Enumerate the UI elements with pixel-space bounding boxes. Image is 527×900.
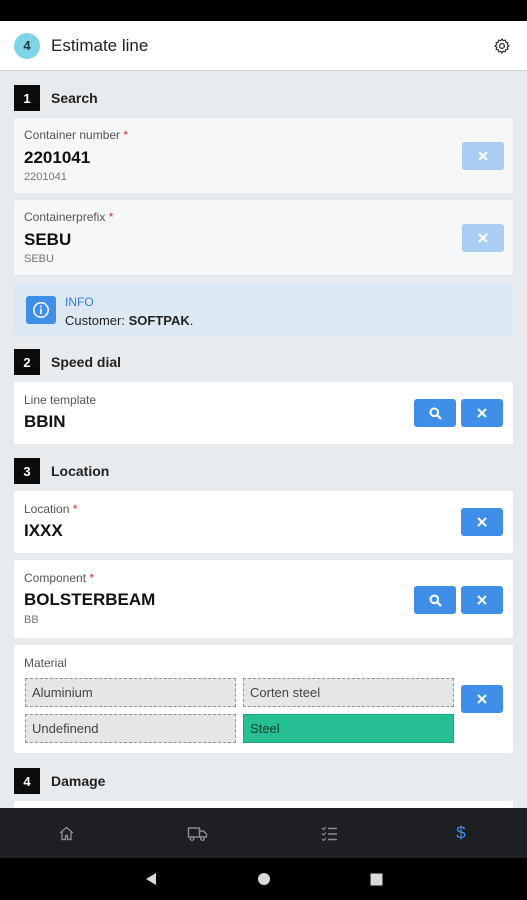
estimate-form: 1 Search Container number * 2201041 2201… xyxy=(14,72,513,808)
info-title: INFO xyxy=(65,295,94,309)
container-number-card: Container number * 2201041 2201041 xyxy=(14,118,513,193)
search-icon xyxy=(429,407,442,420)
search-icon xyxy=(429,594,442,607)
search-line-template-button[interactable] xyxy=(414,399,456,427)
clear-material-button[interactable] xyxy=(461,685,503,713)
bottom-nav: $ xyxy=(0,808,527,858)
info-icon xyxy=(26,296,56,324)
section-number: 2 xyxy=(14,349,40,375)
section-title: Damage xyxy=(51,773,106,789)
damage-card xyxy=(14,801,513,808)
checklist-icon xyxy=(321,826,337,841)
container-prefix-card: Containerprefix * SEBU SEBU xyxy=(14,200,513,275)
line-template-value[interactable]: BBIN xyxy=(24,412,66,432)
page-title: Estimate line xyxy=(51,35,149,55)
system-nav-bar xyxy=(0,858,527,900)
section-damage: 4 Damage xyxy=(14,768,105,794)
material-card: Material Aluminium Corten steel Undefine… xyxy=(14,645,513,753)
nav-costs[interactable]: $ xyxy=(431,808,491,858)
section-title: Speed dial xyxy=(51,354,122,370)
app-header: 4 Estimate line xyxy=(0,21,527,71)
clear-line-template-button[interactable] xyxy=(461,399,503,427)
component-label: Component * xyxy=(24,571,95,585)
home-icon xyxy=(59,826,73,840)
line-template-card: Line template BBIN xyxy=(14,382,513,444)
container-prefix-label: Containerprefix * xyxy=(24,210,114,224)
customer-name: SOFTPAK xyxy=(128,313,190,328)
container-prefix-sub: SEBU xyxy=(24,253,54,265)
material-option-corten-steel[interactable]: Corten steel xyxy=(243,678,454,707)
section-number: 3 xyxy=(14,458,40,484)
container-number-label: Container number * xyxy=(24,128,129,142)
home-circle-icon[interactable] xyxy=(244,858,284,900)
container-number-value[interactable]: 2201041 xyxy=(24,148,90,168)
clear-container-number-button[interactable] xyxy=(462,142,504,170)
close-icon xyxy=(477,517,487,527)
location-card: Location * IXXX xyxy=(14,491,513,553)
material-option-undefinend[interactable]: Undefinend xyxy=(25,714,236,743)
info-text: Customer: SOFTPAK. xyxy=(65,313,194,328)
location-value[interactable]: IXXX xyxy=(24,521,63,541)
clear-component-button[interactable] xyxy=(461,586,503,614)
component-card: Component * BOLSTERBEAM BB xyxy=(14,560,513,638)
component-value[interactable]: BOLSTERBEAM xyxy=(24,590,155,610)
clear-container-prefix-button[interactable] xyxy=(462,224,504,252)
container-prefix-value[interactable]: SEBU xyxy=(24,230,71,250)
clear-location-button[interactable] xyxy=(461,508,503,536)
section-title: Location xyxy=(51,463,110,479)
nav-home[interactable] xyxy=(36,808,96,858)
section-search: 1 Search xyxy=(14,85,98,111)
section-location: 3 Location xyxy=(14,458,109,484)
close-icon xyxy=(477,408,487,418)
close-icon xyxy=(477,694,487,704)
container-number-sub: 2201041 xyxy=(24,171,67,183)
close-icon xyxy=(478,233,488,243)
material-option-aluminium[interactable]: Aluminium xyxy=(25,678,236,707)
material-option-steel[interactable]: Steel xyxy=(243,714,454,743)
nav-checklist[interactable] xyxy=(299,808,359,858)
search-component-button[interactable] xyxy=(414,586,456,614)
step-indicator: 4 xyxy=(14,32,40,59)
nav-transport[interactable] xyxy=(167,808,227,858)
close-icon xyxy=(477,595,487,605)
dollar-icon: $ xyxy=(456,823,466,842)
back-icon[interactable] xyxy=(131,858,171,900)
truck-icon xyxy=(187,826,207,841)
line-template-label: Line template xyxy=(24,393,97,407)
section-number: 4 xyxy=(14,768,40,794)
section-speed-dial: 2 Speed dial xyxy=(14,349,121,375)
info-panel: INFO Customer: SOFTPAK. xyxy=(14,282,513,336)
gear-icon[interactable] xyxy=(491,35,513,57)
material-label: Material xyxy=(24,656,67,670)
close-icon xyxy=(478,151,488,161)
section-title: Search xyxy=(51,90,98,106)
status-bar xyxy=(0,0,527,21)
location-label: Location * xyxy=(24,502,78,516)
section-number: 1 xyxy=(14,85,40,111)
recents-icon[interactable] xyxy=(356,858,396,900)
component-sub: BB xyxy=(24,614,39,626)
